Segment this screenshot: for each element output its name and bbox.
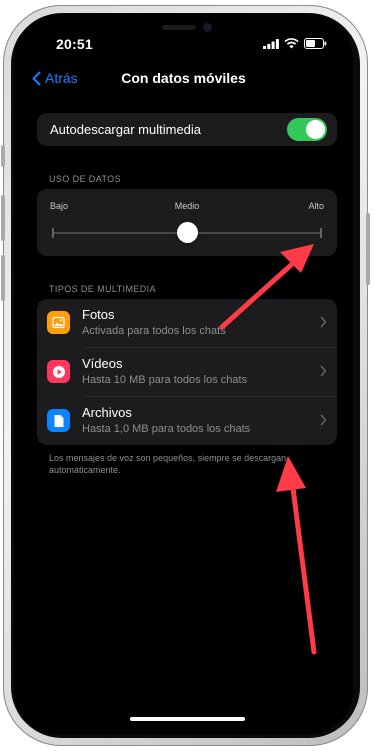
wifi-icon xyxy=(284,38,299,49)
page-title: Con datos móviles xyxy=(121,70,246,86)
cellular-signal-icon xyxy=(263,38,279,49)
list-item-subtitle: Activada para todos los chats xyxy=(82,325,226,337)
slider-thumb[interactable] xyxy=(177,222,198,243)
list-item-photos[interactable]: Fotos Activada para todos los chats xyxy=(37,299,337,347)
front-camera xyxy=(203,23,212,32)
list-item-title: Vídeos xyxy=(82,356,123,371)
slider-label-high: Alto xyxy=(308,201,324,211)
data-usage-header: USO DE DATOS xyxy=(49,174,121,184)
phone-screen: 20:51 Atrás Con datos móviles Autodescar… xyxy=(14,14,353,735)
earpiece-speaker xyxy=(162,25,196,30)
silent-switch xyxy=(1,145,5,167)
footnote-text: Los mensajes de voz son pequeños, siempr… xyxy=(49,453,287,475)
document-icon xyxy=(47,409,70,432)
list-item-title: Fotos xyxy=(82,307,115,322)
list-item-subtitle: Hasta 10 MB para todos los chats xyxy=(82,374,248,386)
play-icon xyxy=(47,360,70,383)
toggle-knob xyxy=(306,120,325,139)
data-usage-slider[interactable] xyxy=(52,222,322,243)
data-usage-slider-card: Bajo Medio Alto xyxy=(37,189,337,256)
volume-down-button xyxy=(1,255,5,301)
media-types-header: TIPOS DE MULTIMEDIA xyxy=(49,284,156,294)
slider-tick xyxy=(320,228,322,238)
media-types-list: Fotos Activada para todos los chats Víde… xyxy=(37,299,337,445)
autodownload-label: Autodescargar multimedia xyxy=(50,122,202,137)
chevron-right-icon xyxy=(320,316,327,328)
autodownload-toggle[interactable] xyxy=(287,118,327,141)
power-button xyxy=(366,213,370,285)
notch xyxy=(128,14,240,42)
volume-up-button xyxy=(1,195,5,241)
list-item-videos[interactable]: Vídeos Hasta 10 MB para todos los chats xyxy=(37,348,337,396)
status-time: 20:51 xyxy=(56,36,93,52)
chevron-right-icon xyxy=(320,414,327,426)
slider-label-medium: Medio xyxy=(174,201,200,211)
battery-icon xyxy=(304,38,327,49)
list-item-files[interactable]: Archivos Hasta 1,0 MB para todos los cha… xyxy=(37,397,337,445)
home-indicator[interactable] xyxy=(130,717,245,721)
list-item-subtitle: Hasta 1,0 MB para todos los chats xyxy=(82,423,251,435)
autodownload-row: Autodescargar multimedia xyxy=(37,113,337,146)
chevron-right-icon xyxy=(320,365,327,377)
slider-tick xyxy=(52,228,54,238)
list-item-title: Archivos xyxy=(82,405,132,420)
status-icons xyxy=(263,38,327,49)
photo-icon xyxy=(47,311,70,334)
